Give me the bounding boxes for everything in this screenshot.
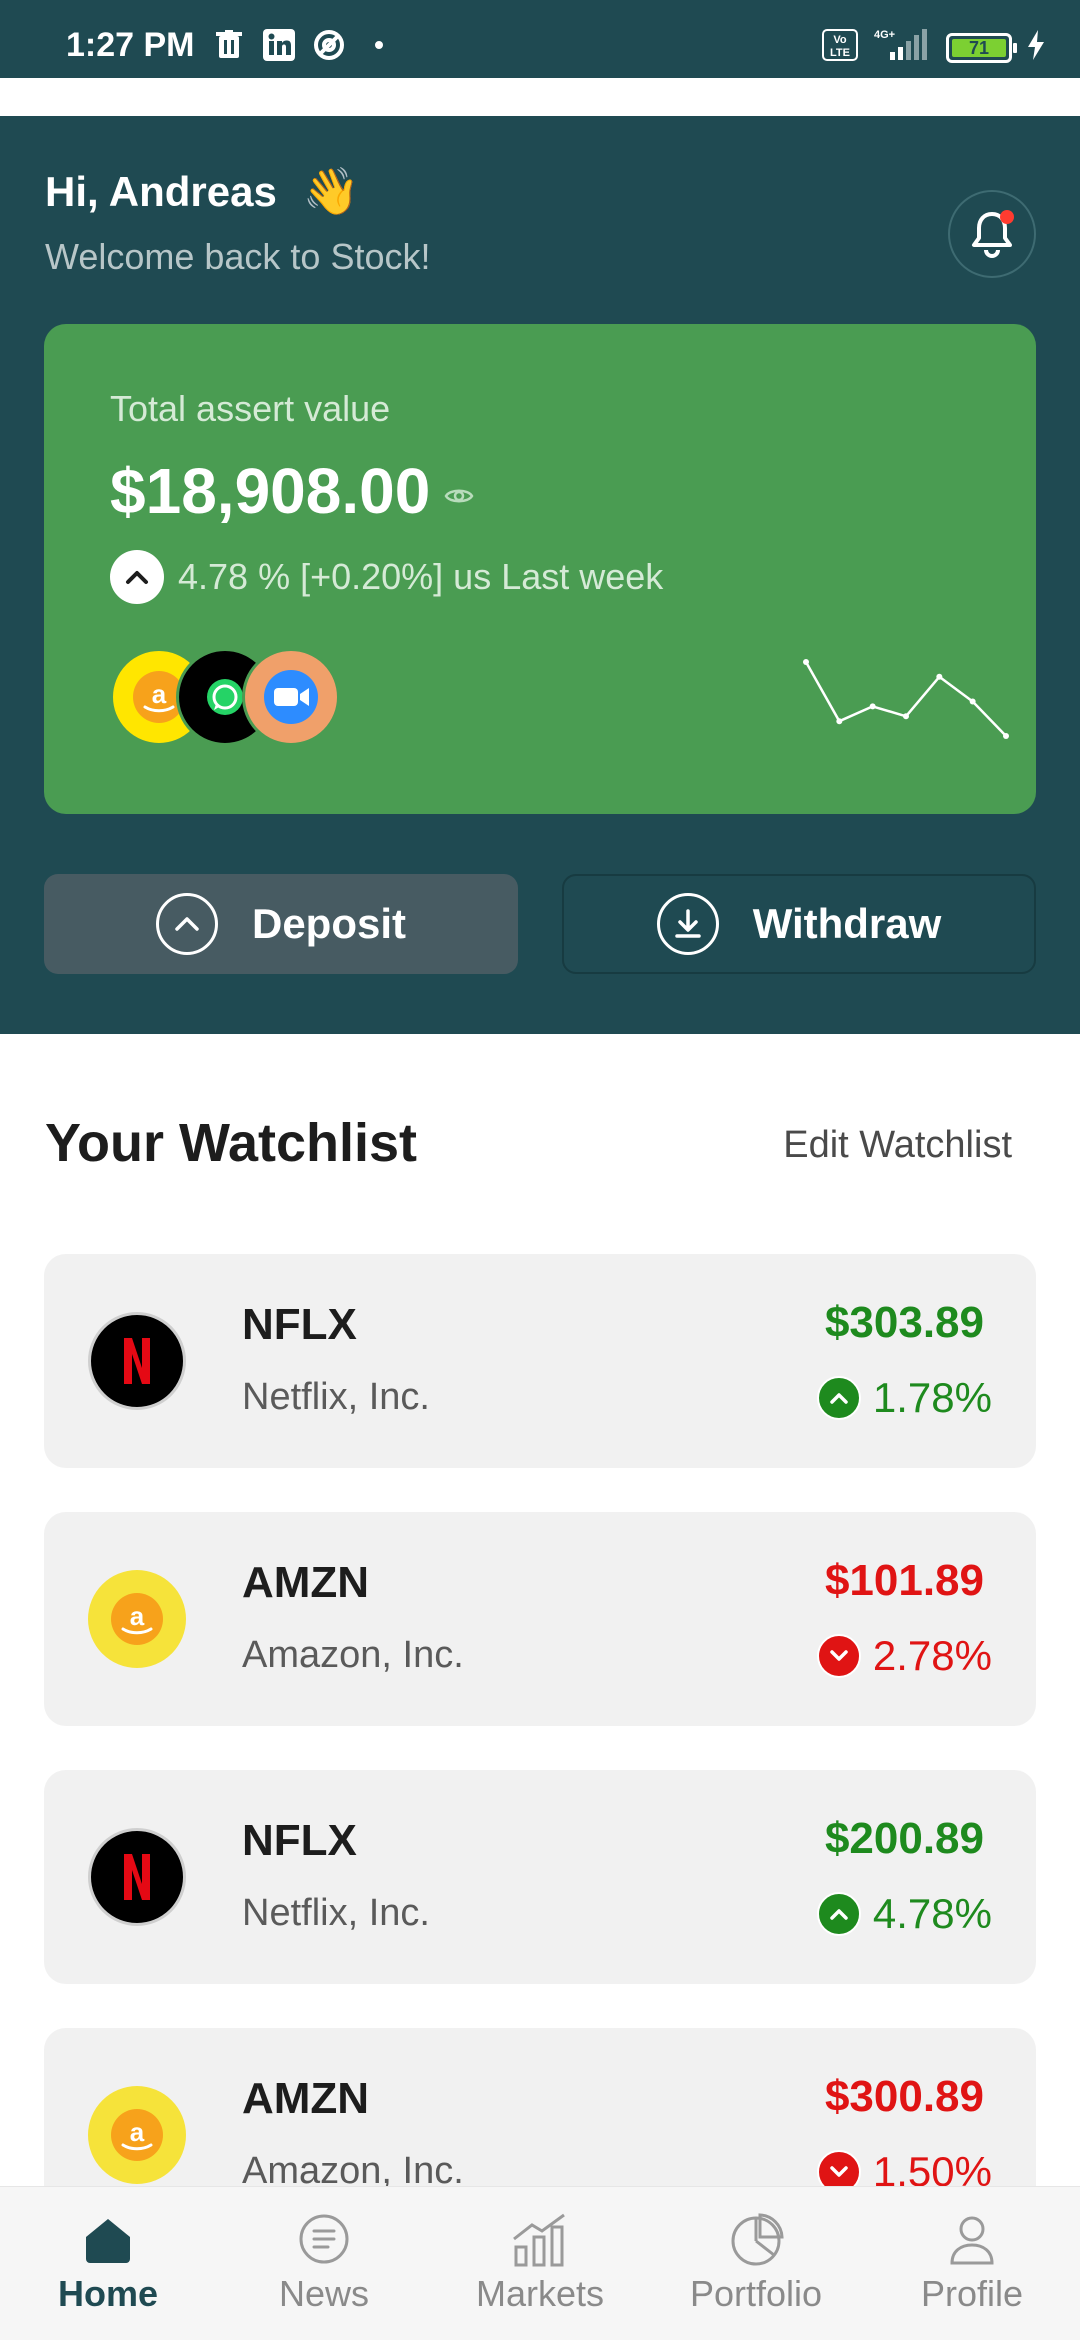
stock-price: $200.89 [824, 1814, 984, 1863]
nav-label-profile: Profile [920, 2273, 1024, 2314]
amazon-logo-icon: a [88, 1570, 186, 1668]
home-icon [86, 2219, 130, 2263]
news-icon [299, 2214, 349, 2264]
nav-item-home[interactable]: Home [8, 2211, 208, 2315]
trend-arrow-icon [816, 1892, 861, 1936]
svg-text:a: a [130, 2117, 145, 2147]
nav-label-news: News [278, 2273, 370, 2314]
sparkline-point [969, 698, 976, 705]
sparkline-point [836, 718, 843, 725]
deposit-label: Deposit [251, 900, 406, 947]
stock-change-value: 2.78% [872, 1632, 992, 1679]
asset-label: Total assert value [110, 388, 391, 429]
svg-text:4G+: 4G+ [874, 29, 895, 41]
greeting-text: Hi, Andreas [45, 167, 277, 215]
stock-change: 2.78% [816, 1632, 992, 1680]
trend-arrow-icon [816, 1376, 861, 1420]
holdings-avatars: a [110, 648, 350, 748]
welcome-subtitle: Welcome back to Stock! [45, 236, 431, 277]
stock-ticker: NFLX [242, 1816, 357, 1865]
at-sign-icon [312, 28, 346, 62]
sparkline-point [803, 659, 809, 665]
nav-item-portfolio[interactable]: Portfolio [656, 2211, 856, 2315]
stock-ticker: AMZN [242, 2074, 370, 2123]
amazon-logo-icon: a [88, 2086, 186, 2184]
bottom-navigation: Home News Markets Portfolio Profile [0, 2186, 1080, 2340]
wave-emoji: 👋 [302, 165, 361, 217]
netflix-logo-icon [88, 1828, 186, 1926]
watchlist-item-nflx[interactable]: NFLX Netflix, Inc. $303.89 1.78% [44, 1254, 1036, 1468]
nav-label-home: Home [57, 2273, 159, 2314]
nav-item-news[interactable]: News [224, 2211, 424, 2315]
notification-dot [1000, 210, 1014, 224]
trend-sparkline [803, 659, 1009, 739]
greeting: Hi, Andreas 👋 [45, 164, 360, 219]
portfolio-icon [731, 2213, 784, 2266]
stock-ticker: NFLX [242, 1300, 357, 1349]
withdraw-button[interactable]: Withdraw [562, 874, 1036, 974]
deposit-button[interactable]: Deposit [44, 874, 518, 974]
status-system-icons: Vo LTE 4G+ 71 [822, 28, 1046, 67]
watchlist-title: Your Watchlist [45, 1113, 418, 1173]
sparkline-point [936, 673, 943, 680]
stock-price: $303.89 [824, 1298, 984, 1347]
withdraw-label: Withdraw [752, 900, 942, 947]
asset-card: Total assert value $18,908.00 4.78 % [+0… [44, 324, 1036, 814]
asset-value: $18,908.00 [110, 455, 431, 527]
eye-icon[interactable] [444, 486, 474, 506]
svg-text:a: a [130, 1601, 145, 1631]
sparkline-point [869, 703, 876, 710]
markets-icon [513, 2213, 565, 2267]
svg-text:a: a [152, 679, 167, 709]
watchlist-item-nflx[interactable]: NFLX Netflix, Inc. $200.89 4.78% [44, 1770, 1036, 1984]
trend-arrow-icon [816, 1634, 861, 1678]
nav-item-profile[interactable]: Profile [872, 2211, 1072, 2315]
stock-price: $300.89 [824, 2072, 984, 2121]
stock-ticker: AMZN [242, 1558, 370, 1607]
edit-watchlist-link[interactable]: Edit Watchlist [783, 1124, 1012, 1167]
stock-change: 1.78% [816, 1374, 992, 1422]
volte-icon: Vo LTE [822, 29, 858, 66]
chevron-up-circle-icon [155, 893, 218, 955]
stock-company: Netflix, Inc. [242, 1376, 430, 1418]
signal-icon: 4G+ [872, 28, 932, 67]
download-icon [656, 893, 719, 955]
nav-label-portfolio: Portfolio [689, 2273, 823, 2314]
status-divider [0, 78, 1080, 116]
watchlist-item-amzn[interactable]: a AMZN Amazon, Inc. $101.89 2.78% [44, 1512, 1036, 1726]
trash-icon [212, 28, 246, 62]
stock-company: Netflix, Inc. [242, 1892, 430, 1934]
netflix-logo-icon [88, 1312, 186, 1410]
sparkline-point [1003, 733, 1009, 739]
asset-change-text: 4.78 % [+0.20%] us Last week [178, 556, 664, 597]
chevron-up-icon [110, 550, 164, 604]
status-notification-icons [212, 28, 396, 62]
stock-company: Amazon, Inc. [242, 1634, 464, 1676]
stock-change: 4.78% [816, 1890, 992, 1938]
stock-change-value: 4.78% [872, 1890, 992, 1937]
dashboard-header: Hi, Andreas 👋 Welcome back to Stock! Tot… [0, 116, 1080, 1034]
nav-item-markets[interactable]: Markets [440, 2211, 640, 2315]
battery-icon: 71 [946, 32, 1017, 63]
status-time: 1:27 PM [66, 26, 195, 64]
battery-level: 71 [952, 38, 1006, 57]
stock-price: $101.89 [824, 1556, 984, 1605]
notification-button[interactable] [948, 190, 1036, 278]
charging-icon [1026, 30, 1046, 65]
profile-icon [950, 2216, 994, 2265]
linkedin-icon [262, 28, 296, 62]
svg-text:LTE: LTE [830, 47, 850, 59]
svg-text:Vo: Vo [833, 34, 847, 46]
sparkline-point [903, 713, 909, 720]
asset-value-row: $18,908.00 [110, 454, 474, 528]
dot-icon [362, 28, 396, 62]
stock-change-value: 1.78% [872, 1374, 992, 1421]
asset-change-row: 4.78 % [+0.20%] us Last week [110, 550, 663, 604]
nav-label-markets: Markets [475, 2273, 605, 2314]
zoom-logo-icon [242, 648, 340, 746]
status-bar: 1:27 PM Vo LTE 4G+ 71 [0, 0, 1080, 78]
